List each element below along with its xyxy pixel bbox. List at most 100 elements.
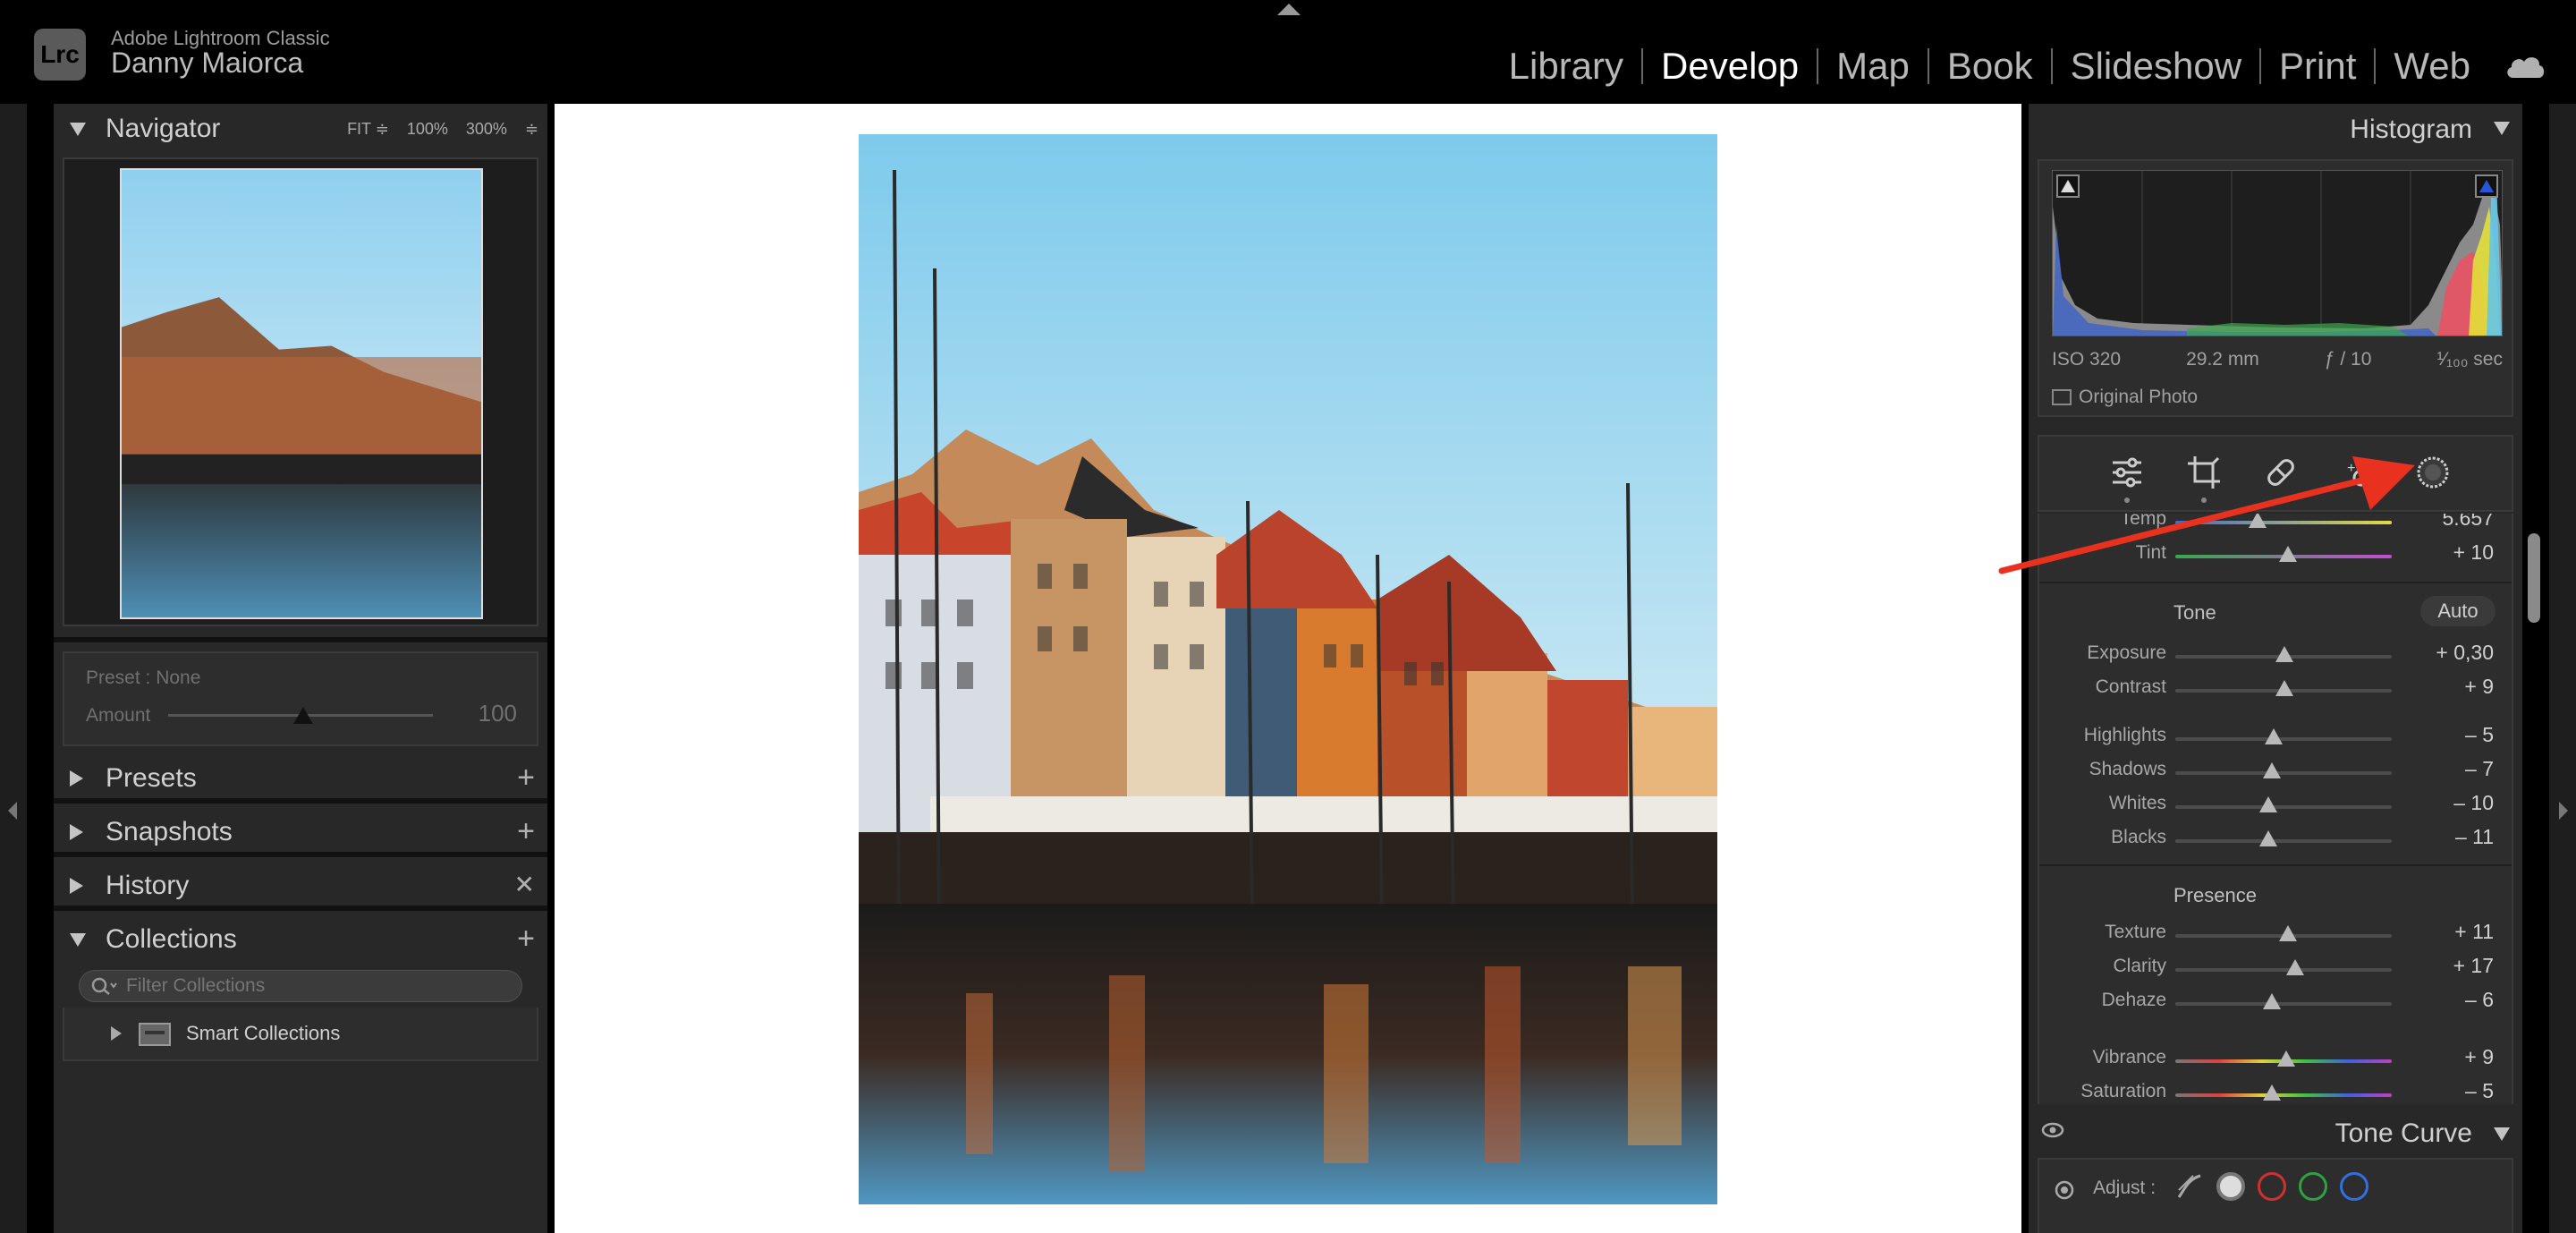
add-preset-icon[interactable]: + (517, 761, 535, 795)
whites-value[interactable]: – 10 (2453, 791, 2494, 815)
blacks-value[interactable]: – 11 (2455, 825, 2494, 849)
amount-slider-thumb[interactable] (293, 707, 313, 724)
contrast-value[interactable]: + 9 (2464, 675, 2494, 699)
image-canvas[interactable] (555, 104, 2021, 1233)
clear-history-icon[interactable]: ✕ (514, 870, 535, 899)
shadows-slider-thumb[interactable] (2263, 762, 2281, 778)
presets-header[interactable]: Presets + (54, 753, 547, 804)
parametric-curve-icon[interactable] (2175, 1172, 2204, 1201)
collections-header[interactable]: Collections + (54, 914, 547, 965)
zoom-100[interactable]: 100% (407, 120, 448, 139)
eye-icon[interactable] (2041, 1122, 2064, 1143)
temp-slider-track[interactable] (2175, 521, 2392, 524)
temp-slider-thumb[interactable] (2249, 514, 2267, 528)
temp-value[interactable]: 5.657 (2442, 514, 2494, 531)
dehaze-slider-track[interactable] (2175, 1002, 2392, 1006)
collapse-triangle-icon[interactable] (2494, 122, 2510, 135)
module-map[interactable]: Map (1818, 45, 1928, 88)
green-channel-icon[interactable] (2299, 1172, 2327, 1201)
clarity-slider-thumb[interactable] (2286, 959, 2304, 975)
crop-icon[interactable] (2182, 451, 2225, 503)
smart-collection-folder-icon (138, 1020, 172, 1047)
cloud-icon[interactable] (2504, 53, 2549, 80)
module-library[interactable]: Library (1491, 45, 1641, 88)
amount-value[interactable]: 100 (479, 700, 517, 727)
blacks-slider-thumb[interactable] (2259, 830, 2277, 846)
left-panel-gutter[interactable] (0, 104, 27, 1233)
module-slideshow[interactable]: Slideshow (2053, 45, 2259, 88)
module-web[interactable]: Web (2376, 45, 2488, 88)
navigator-title: Navigator (106, 114, 221, 143)
tint-slider-thumb[interactable] (2279, 546, 2297, 562)
healing-icon[interactable] (2259, 451, 2302, 494)
expand-left-arrow-icon[interactable] (8, 802, 17, 820)
tint-value[interactable]: + 10 (2453, 540, 2494, 565)
sliders-icon[interactable] (2106, 451, 2148, 503)
dehaze-value[interactable]: – 6 (2465, 988, 2494, 1012)
blue-channel-icon[interactable] (2340, 1172, 2368, 1201)
blacks-slider-row: Blacks – 11 (2039, 821, 2512, 855)
filter-collections-input[interactable] (126, 975, 484, 997)
blacks-slider-track[interactable] (2175, 839, 2392, 843)
clarity-value[interactable]: + 17 (2453, 954, 2494, 978)
contrast-slider-thumb[interactable] (2275, 680, 2293, 696)
expand-triangle-icon[interactable] (111, 1026, 122, 1041)
saturation-slider-track[interactable] (2175, 1093, 2392, 1097)
shadows-slider-track[interactable] (2175, 771, 2392, 775)
histogram-header[interactable]: Histogram (2029, 104, 2522, 154)
add-collection-icon[interactable]: + (517, 922, 535, 957)
exposure-slider-row: Exposure + 0,30 (2039, 637, 2512, 671)
left-panel: Navigator FIT ≑ 100% 300% ≑ Preset : Non… (54, 104, 547, 1233)
highlights-slider-thumb[interactable] (2265, 728, 2283, 744)
saturation-slider-thumb[interactable] (2263, 1084, 2281, 1101)
zoom-fit[interactable]: FIT ≑ (347, 120, 389, 139)
module-print[interactable]: Print (2261, 45, 2374, 88)
navigator-thumbnail[interactable] (120, 168, 483, 619)
add-snapshot-icon[interactable]: + (517, 814, 535, 849)
right-panel-gutter[interactable] (2549, 104, 2576, 1233)
collapse-top-panel-arrow-icon[interactable] (1277, 4, 1301, 15)
history-header[interactable]: History ✕ (54, 861, 547, 911)
highlights-slider-track[interactable] (2175, 737, 2392, 741)
whites-slider-thumb[interactable] (2259, 796, 2277, 812)
collapse-triangle-icon[interactable] (2494, 1127, 2510, 1141)
vibrance-slider-thumb[interactable] (2277, 1050, 2295, 1067)
highlights-value[interactable]: – 5 (2465, 723, 2494, 747)
saturation-value[interactable]: – 5 (2465, 1079, 2494, 1103)
exposure-slider-thumb[interactable] (2275, 646, 2293, 662)
target-adjust-icon[interactable] (2054, 1179, 2075, 1205)
dehaze-slider-thumb[interactable] (2263, 993, 2281, 1009)
zoom-stepper-icon[interactable]: ≑ (525, 120, 538, 139)
shadows-value[interactable]: – 7 (2465, 757, 2494, 781)
texture-slider-thumb[interactable] (2279, 925, 2297, 941)
module-book[interactable]: Book (1929, 45, 2051, 88)
tone-curve-header[interactable]: Tone Curve (2029, 1110, 2522, 1158)
navigator-preview[interactable] (63, 157, 538, 626)
highlight-clipping-icon[interactable] (2475, 174, 2498, 198)
clarity-slider-track[interactable] (2175, 968, 2392, 972)
contrast-slider-row: Contrast + 9 (2039, 671, 2512, 705)
module-develop[interactable]: Develop (1643, 45, 1817, 88)
right-panel-scrollbar[interactable] (2528, 533, 2540, 623)
masking-icon[interactable] (2411, 451, 2454, 494)
exposure-value[interactable]: + 0,30 (2436, 641, 2494, 665)
vibrance-value[interactable]: + 9 (2464, 1045, 2494, 1069)
point-curve-white-icon[interactable] (2216, 1172, 2245, 1201)
original-photo-checkbox[interactable] (2052, 389, 2072, 405)
filter-collections-field[interactable] (79, 970, 522, 1002)
navigator-header[interactable]: Navigator FIT ≑ 100% 300% ≑ (54, 104, 547, 154)
auto-tone-button[interactable]: Auto (2420, 596, 2496, 626)
red-channel-icon[interactable] (2258, 1172, 2286, 1201)
histogram-graph[interactable] (2052, 170, 2503, 336)
texture-value[interactable]: + 11 (2454, 920, 2494, 944)
snapshots-header[interactable]: Snapshots + (54, 807, 547, 857)
original-photo-toggle[interactable]: Original Photo (2052, 387, 2198, 408)
smart-collections-row[interactable]: Smart Collections (63, 1008, 538, 1061)
expand-right-arrow-icon[interactable] (2559, 802, 2568, 820)
collapse-triangle-icon (70, 122, 86, 136)
main-photo[interactable] (859, 134, 1717, 1204)
red-eye-icon[interactable]: + (2336, 451, 2379, 494)
zoom-300[interactable]: 300% (466, 120, 507, 139)
shadow-clipping-icon[interactable] (2056, 174, 2080, 198)
whites-slider-track[interactable] (2175, 805, 2392, 809)
